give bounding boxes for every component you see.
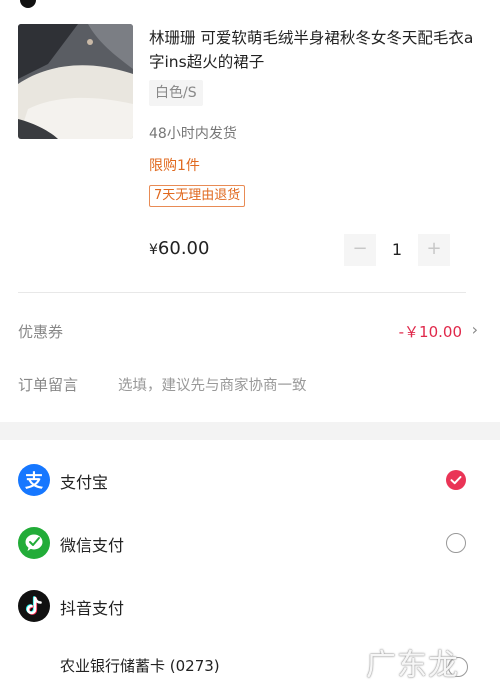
decrease-button[interactable]: − <box>344 234 376 266</box>
purchase-limit: 限购1件 <box>149 158 200 174</box>
order-note-input[interactable]: 选填，建议先与商家协商一致 <box>118 374 307 395</box>
payment-label: 抖音支付 <box>60 599 125 618</box>
currency-symbol: ¥ <box>149 242 158 258</box>
product-card: 林珊珊 可爱软萌毛绒半身裙秋冬女冬天配毛衣a字ins超火的裙子 白色/S 48小… <box>18 22 482 282</box>
payment-label: 支付宝 <box>60 473 109 492</box>
payment-option-wechat[interactable]: 微信支付 <box>18 525 468 561</box>
divider <box>18 292 466 293</box>
product-title[interactable]: 林珊珊 可爱软萌毛绒半身裙秋冬女冬天配毛衣a字ins超火的裙子 <box>149 26 479 74</box>
coupon-value[interactable]: -￥10.00 <box>399 321 462 342</box>
douyin-pay-icon <box>18 590 50 622</box>
product-price: ¥60.00 <box>149 238 209 259</box>
shipping-info: 48小时内发货 <box>149 126 237 142</box>
bank-card-option[interactable]: 农业银行储蓄卡 (0273) <box>60 655 220 676</box>
chevron-right-icon[interactable]: › <box>472 320 478 339</box>
payment-option-douyin[interactable]: 抖音支付 <box>18 588 468 624</box>
product-spec[interactable]: 白色/S <box>149 80 203 106</box>
section-separator <box>0 422 500 440</box>
radio-selected-icon[interactable] <box>446 470 466 490</box>
order-note-label: 订单留言 <box>18 376 79 394</box>
product-thumbnail[interactable] <box>18 24 133 139</box>
alipay-icon: 支 <box>18 464 50 496</box>
payment-label: 微信支付 <box>60 536 125 555</box>
quantity-stepper: − 1 + <box>344 234 450 266</box>
top-partial-icon <box>20 0 36 8</box>
quantity-value[interactable]: 1 <box>376 234 418 266</box>
payment-option-alipay[interactable]: 支 支付宝 <box>18 462 468 498</box>
price-value: 60.00 <box>157 238 210 259</box>
watermark: 广东龙网 <box>366 648 459 683</box>
radio-unselected-icon[interactable] <box>446 533 466 553</box>
svg-text:支: 支 <box>24 470 44 492</box>
coupon-label: 优惠券 <box>18 323 64 341</box>
increase-button[interactable]: + <box>418 234 450 266</box>
return-policy-badge: 7天无理由退货 <box>149 185 246 207</box>
wechat-pay-icon <box>18 527 50 559</box>
